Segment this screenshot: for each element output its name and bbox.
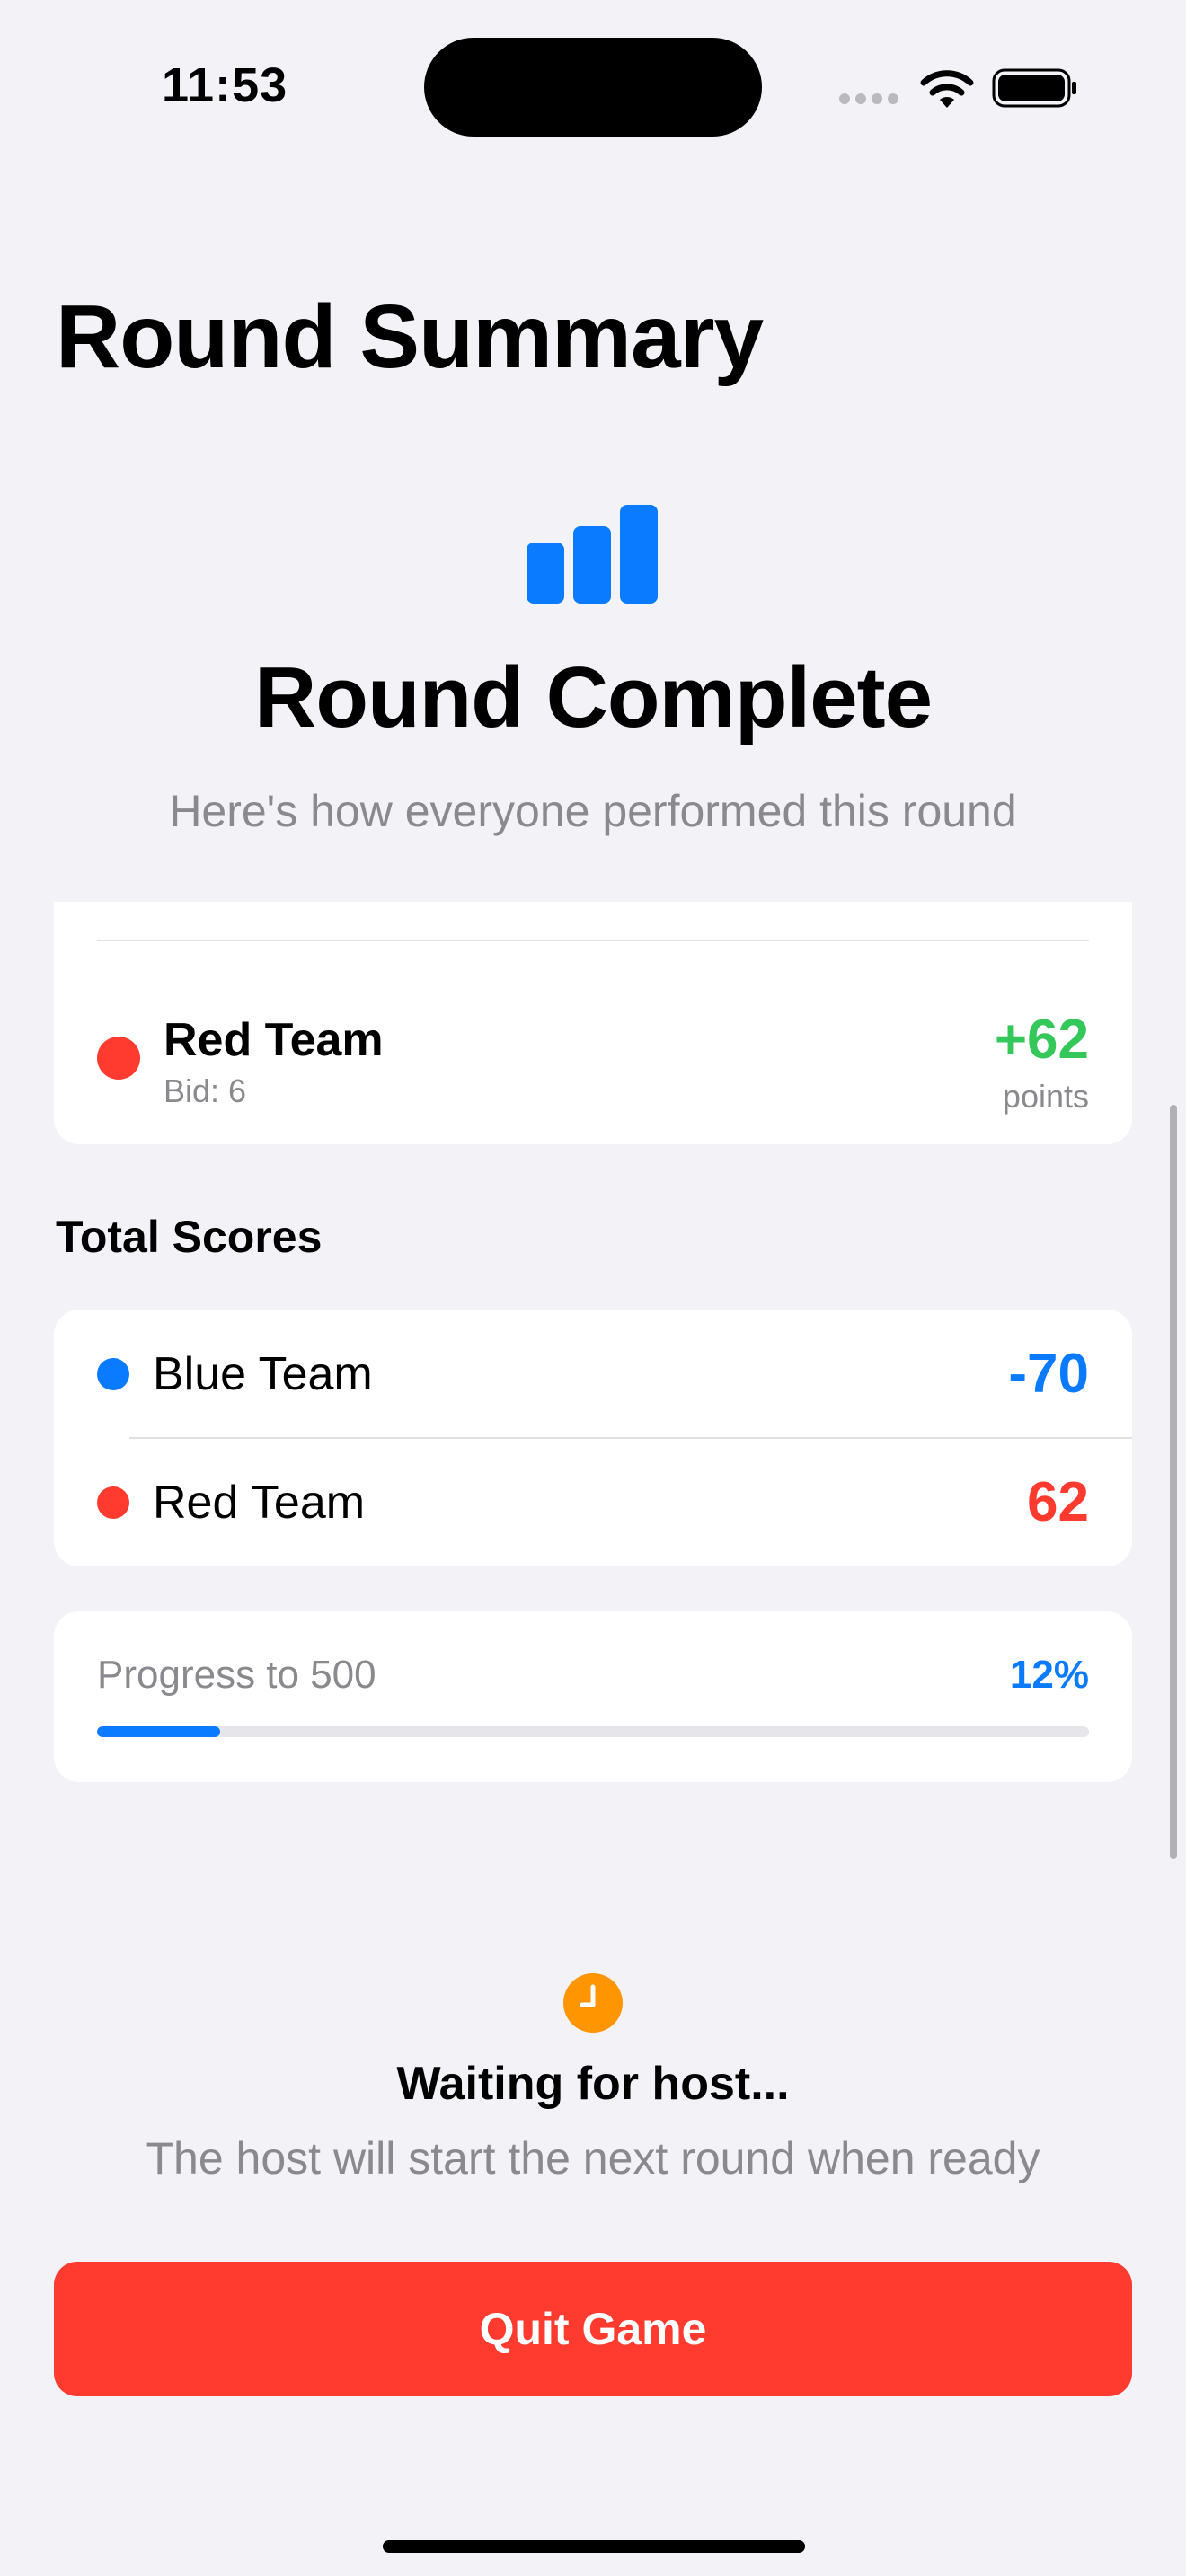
round-team-name: Red Team xyxy=(164,1014,384,1066)
total-team-name: Red Team xyxy=(153,1477,366,1529)
status-time: 11:53 xyxy=(162,58,288,112)
dynamic-island xyxy=(424,38,762,137)
waiting-subtitle: The host will start the next round when … xyxy=(146,2133,1040,2183)
battery-icon xyxy=(992,68,1076,108)
total-team-name: Blue Team xyxy=(153,1348,373,1400)
progress-bar xyxy=(97,1726,1089,1737)
progress-card: Progress to 500 12% xyxy=(54,1611,1132,1782)
bar-chart-icon xyxy=(527,505,658,604)
total-team-score: -70 xyxy=(1008,1343,1089,1405)
round-results-card: Red Team Bid: 6 +62 points xyxy=(54,902,1132,1144)
total-score-row-blue: Blue Team -70 xyxy=(54,1310,1132,1438)
wifi-icon xyxy=(920,70,974,108)
total-scores-card: Blue Team -70 Red Team 62 xyxy=(54,1310,1132,1566)
divider xyxy=(97,940,1089,941)
team-color-dot xyxy=(97,1486,129,1519)
total-scores-heading: Total Scores xyxy=(56,1212,323,1262)
progress-label: Progress to 500 xyxy=(97,1653,376,1697)
round-team-points: +62 xyxy=(994,1009,1089,1071)
waiting-title: Waiting for host... xyxy=(396,2058,790,2110)
home-indicator[interactable] xyxy=(383,2540,805,2553)
page-title: Round Summary xyxy=(56,287,764,387)
round-complete-subtitle: Here's how everyone performed this round xyxy=(169,786,1017,836)
total-score-row-red: Red Team 62 xyxy=(54,1438,1132,1566)
team-color-dot xyxy=(97,1037,140,1080)
total-team-score: 62 xyxy=(1027,1471,1089,1533)
clock-icon xyxy=(563,1973,623,2033)
scrollbar[interactable] xyxy=(1170,1105,1177,1859)
round-team-points-label: points xyxy=(1002,1078,1089,1115)
round-complete-title: Round Complete xyxy=(254,649,933,745)
cellular-signal-icon xyxy=(839,93,898,104)
quit-game-button[interactable]: Quit Game xyxy=(54,2262,1132,2396)
round-team-bid: Bid: 6 xyxy=(164,1072,247,1109)
team-color-dot xyxy=(97,1358,129,1390)
progress-percent: 12% xyxy=(1009,1653,1089,1697)
progress-bar-fill xyxy=(97,1726,220,1737)
